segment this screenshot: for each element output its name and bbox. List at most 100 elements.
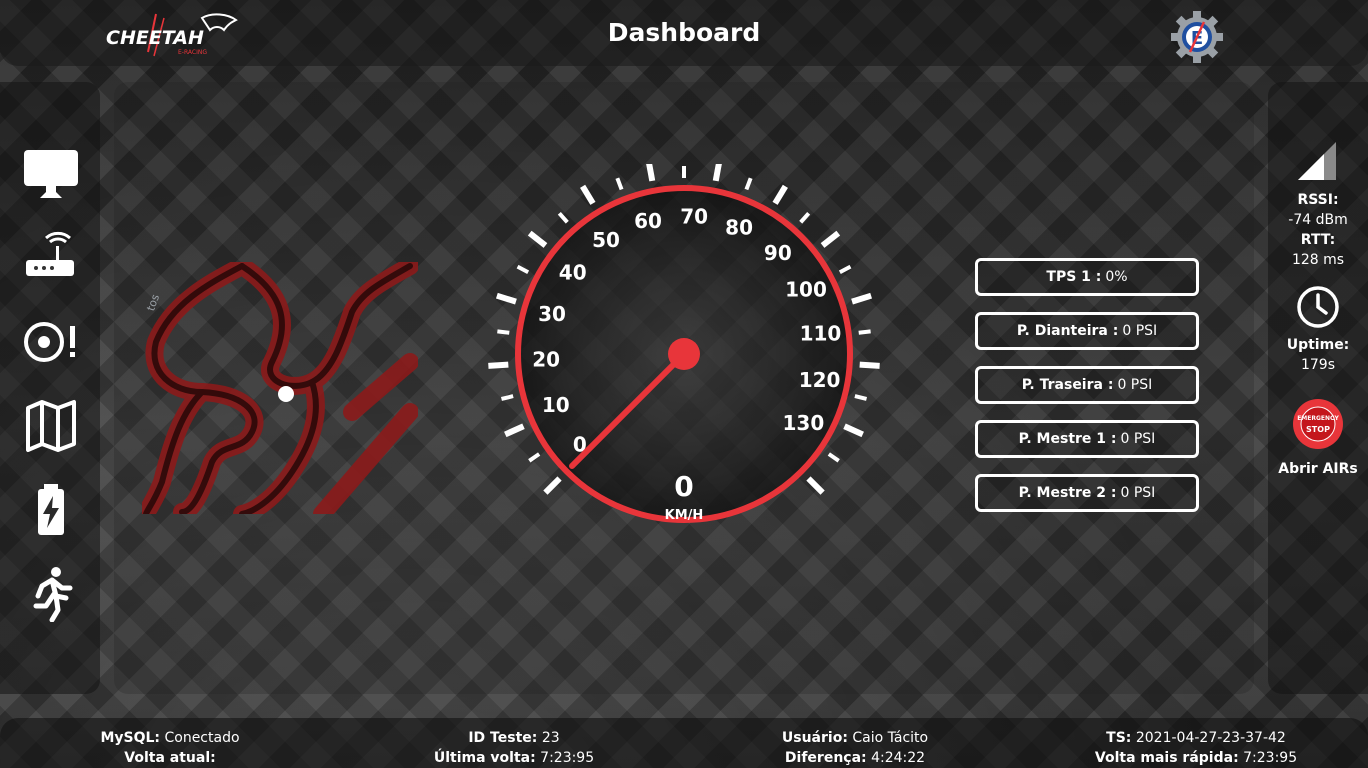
track-map: tos: [142, 262, 418, 514]
emergency-stop-button[interactable]: EMERGENCY STOP: [1292, 398, 1344, 450]
speedometer-tick: [799, 211, 811, 224]
master1-pressure-display: P. Mestre 1 :0 PSI: [975, 420, 1199, 458]
front-pressure-display: P. Dianteira :0 PSI: [975, 312, 1199, 350]
speedometer-tick: [712, 164, 722, 182]
speedometer-tick-label: 70: [680, 204, 708, 228]
speedometer-tick-label: 120: [799, 368, 841, 392]
tps1-value: 0%: [1105, 269, 1128, 285]
speedometer-tick-label: 130: [783, 411, 825, 435]
best-lap-label: Volta mais rápida:: [1094, 750, 1239, 766]
rear-pressure-label: P. Traseira :: [1021, 377, 1114, 393]
timestamp-label: TS:: [1106, 730, 1132, 746]
rssi-value: -74 dBm: [1288, 212, 1348, 228]
signal-strength-icon: [1298, 142, 1336, 180]
rtt-label: RTT:: [1300, 232, 1336, 248]
tps1-display: TPS 1 :0%: [975, 258, 1199, 296]
speedometer-tick: [527, 230, 548, 248]
speedometer-tick-label: 50: [592, 228, 620, 252]
emergency-text: EMERGENCY: [1297, 415, 1339, 422]
best-lap-value: 7:23:95: [1243, 750, 1298, 766]
speedometer-tick: [772, 184, 788, 205]
speedometer-tick: [488, 361, 509, 369]
stop-text: STOP: [1306, 425, 1330, 434]
speedometer-tick-label: 90: [764, 241, 792, 265]
map-label: tos: [144, 292, 162, 312]
speedometer-tick-label: 20: [532, 348, 560, 372]
master1-pressure-label: P. Mestre 1 :: [1018, 431, 1117, 447]
rtt-value: 128 ms: [1291, 252, 1345, 268]
needle-hub: [668, 338, 700, 370]
user-value: Caio Tácito: [852, 730, 929, 746]
speedometer-tick: [495, 292, 517, 305]
speed-unit: KM/H: [665, 508, 704, 523]
speedometer-tick: [858, 329, 871, 335]
footer-mysql: MySQL: Conectado Volta atual:: [60, 728, 280, 768]
front-pressure-label: P. Dianteira :: [1016, 323, 1119, 339]
last-lap-value: 7:23:95: [540, 750, 595, 766]
speed-value: 0: [674, 470, 693, 503]
clock-icon: [1297, 286, 1339, 328]
rear-pressure-value: 0 PSI: [1117, 377, 1153, 393]
timestamp-value: 2021-04-27-23-37-42: [1135, 730, 1286, 746]
speedometer-tick-label: 60: [634, 209, 662, 233]
master1-pressure-value: 0 PSI: [1120, 431, 1156, 447]
speedometer-tick: [820, 230, 841, 248]
speedometer-tick: [516, 264, 530, 274]
speedometer-tick: [580, 184, 596, 205]
tps1-label: TPS 1 :: [1046, 269, 1102, 285]
speedometer-tick: [843, 423, 864, 438]
speedometer-tick: [646, 164, 656, 182]
rssi-label: RSSI:: [1297, 192, 1339, 208]
footer-test: ID Teste: 23 Última volta: 7:23:95: [404, 728, 624, 768]
last-lap-label: Última volta:: [433, 750, 536, 766]
footer-timestamp: TS: 2021-04-27-23-37-42 Volta mais rápid…: [1076, 728, 1316, 768]
difference-value: 4:24:22: [871, 750, 926, 766]
speedometer-tick: [859, 361, 880, 369]
speedometer-tick-label: 10: [542, 393, 570, 417]
mysql-value: Conectado: [164, 730, 240, 746]
uptime-label: Uptime:: [1286, 337, 1350, 353]
vehicle-position-marker: [278, 386, 294, 402]
tire-alert-icon[interactable]: [22, 314, 80, 370]
difference-label: Diferença:: [784, 750, 867, 766]
speedometer-tick-label: 80: [725, 215, 753, 239]
settings-gear-icon[interactable]: E: [1170, 10, 1224, 64]
speedometer-tick: [504, 423, 525, 438]
page-title: Dashboard: [607, 18, 761, 47]
speedometer-tick: [615, 177, 624, 191]
current-lap-label: Volta atual:: [124, 750, 216, 766]
uptime-value: 179s: [1300, 357, 1335, 373]
speedometer-gauge: 0102030405060 70 8090100110120130 0 KM/H: [488, 164, 880, 523]
speedometer-tick: [497, 329, 510, 335]
speedometer-tick: [557, 211, 569, 224]
speedometer-tick-label: 110: [800, 322, 842, 346]
running-person-icon[interactable]: [22, 566, 80, 622]
speedometer-tick: [838, 264, 852, 274]
speedometer-tick: [528, 452, 541, 463]
map-icon[interactable]: [22, 398, 80, 454]
user-label: Usuário:: [781, 730, 848, 746]
speedometer-tick: [851, 292, 873, 305]
router-icon[interactable]: [22, 230, 80, 286]
speedometer-tick: [827, 452, 840, 463]
speedometer-tick: [500, 394, 514, 401]
front-pressure-value: 0 PSI: [1122, 323, 1158, 339]
test-id-label: ID Teste:: [468, 730, 538, 746]
logo-subtext: E-RACING: [178, 49, 207, 56]
monitor-icon[interactable]: [22, 146, 80, 202]
speedometer-tick-label: 30: [538, 302, 566, 326]
speedometer-tick-label: 100: [785, 278, 827, 302]
mysql-label: MySQL:: [100, 730, 161, 746]
master2-pressure-value: 0 PSI: [1120, 485, 1156, 501]
master2-pressure-label: P. Mestre 2 :: [1018, 485, 1117, 501]
master2-pressure-display: P. Mestre 2 :0 PSI: [975, 474, 1199, 512]
speedometer-tick: [744, 177, 753, 191]
battery-charging-icon[interactable]: [22, 482, 80, 538]
open-airs-button[interactable]: Abrir AIRs: [1268, 461, 1368, 477]
speedometer-tick: [806, 476, 825, 495]
speedometer-tick: [854, 394, 868, 401]
footer-user: Usuário: Caio Tácito Diferença: 4:24:22: [745, 728, 965, 768]
speedometer-tick-label: 40: [559, 260, 587, 284]
speedometer-tick: [543, 476, 562, 495]
test-id-value: 23: [541, 730, 560, 746]
